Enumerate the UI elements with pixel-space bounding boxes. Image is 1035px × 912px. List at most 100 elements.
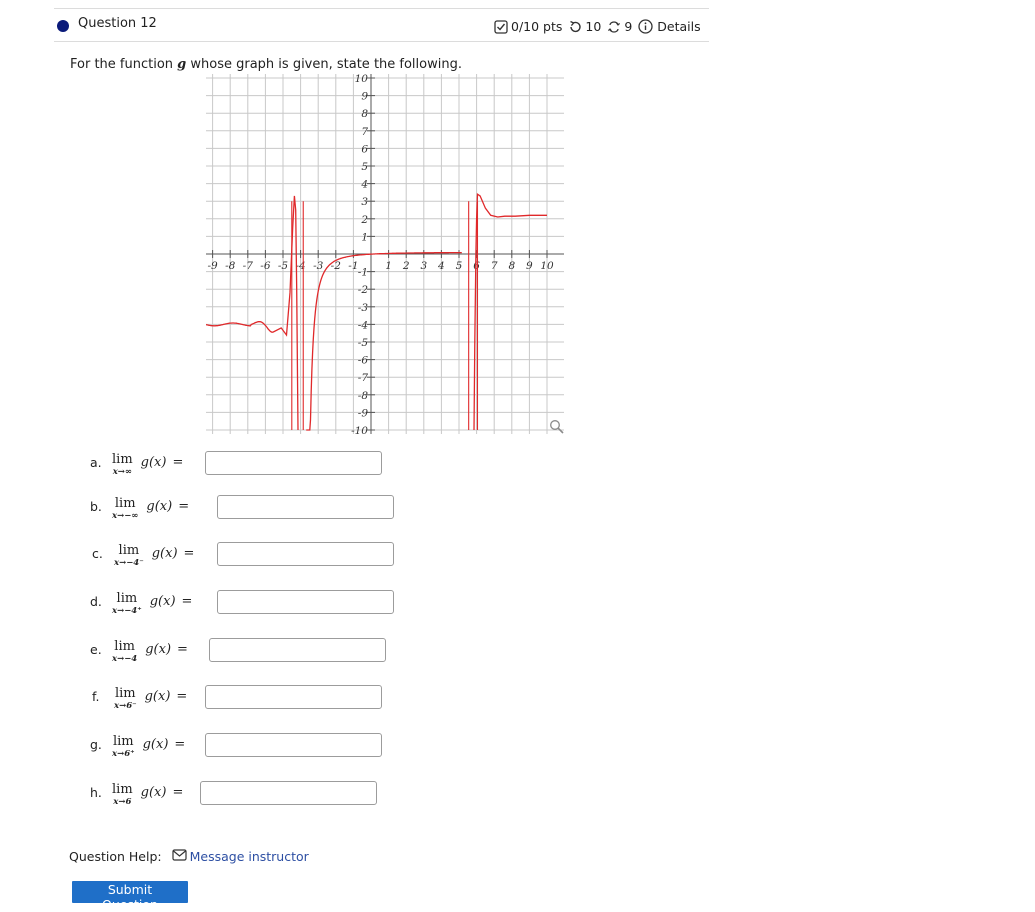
x-tick-label: 7 — [491, 260, 498, 272]
equals-sign: = — [178, 499, 190, 514]
y-tick-label: 10 — [355, 74, 369, 85]
lim-word: lim — [114, 496, 136, 511]
lim-subscript: x→−∞ — [112, 511, 139, 521]
equals-sign: = — [177, 642, 188, 657]
y-tick-label: 1 — [361, 231, 368, 243]
y-tick-label: -5 — [358, 337, 369, 349]
details-label: Details — [657, 19, 701, 34]
y-tick-label: -10 — [351, 425, 368, 434]
limit-row: a. lim x→∞ g(x) = — [90, 452, 184, 478]
question-help: Question Help: Message instructor — [69, 849, 309, 864]
limit-expression: g(x) — [151, 546, 178, 561]
message-instructor-link[interactable]: Message instructor — [171, 849, 309, 864]
y-tick-label: -1 — [358, 267, 368, 279]
x-tick-label: 1 — [385, 260, 392, 272]
limit-expression: g(x) — [149, 594, 176, 609]
submit-question-button[interactable]: Submit Question — [72, 881, 188, 912]
limit-operator: lim x→6 — [112, 782, 133, 808]
limit-letter: g. — [90, 737, 102, 752]
score-check-icon — [494, 19, 508, 34]
lim-word: lim — [112, 452, 133, 467]
limit-row: g. lim x→6⁺ g(x) = — [90, 735, 186, 760]
y-tick-label: -2 — [358, 284, 369, 296]
y-tick-label: -7 — [358, 372, 369, 384]
equals-sign: = — [183, 546, 195, 561]
x-tick-label: -9 — [207, 260, 218, 272]
limit-row: c. lim x→−4⁻ g(x) = — [92, 543, 195, 569]
submissions-icon — [607, 20, 621, 34]
y-tick-label: 3 — [361, 196, 368, 208]
function-graph: -10-9-8-7-6-5-4-3-2-11234567891010987654… — [206, 74, 564, 434]
y-tick-label: -4 — [358, 319, 368, 331]
limit-letter: d. — [90, 594, 102, 609]
question-title: Question 12 — [78, 16, 157, 31]
answer-input[interactable] — [205, 685, 382, 709]
equals-sign: = — [176, 689, 188, 704]
y-tick-label: 2 — [360, 214, 368, 226]
score-text: 0/10 pts — [511, 19, 563, 34]
limit-expression: g(x) — [144, 689, 171, 704]
limit-operator: lim x→6⁻ — [114, 686, 137, 712]
header-divider — [54, 41, 709, 42]
answer-input[interactable] — [217, 590, 394, 614]
x-tick-label: 10 — [540, 260, 554, 272]
top-divider — [54, 8, 709, 9]
y-tick-label: -3 — [358, 302, 369, 314]
answer-input[interactable] — [217, 542, 394, 566]
answer-input[interactable] — [209, 638, 386, 662]
prompt-text-start: For the function — [70, 57, 178, 72]
limit-operator: lim x→∞ — [112, 452, 133, 478]
lim-subscript: x→6⁺ — [112, 749, 135, 759]
y-tick-label: -6 — [358, 355, 369, 367]
y-tick-label: 5 — [361, 161, 368, 173]
y-tick-label: 6 — [361, 143, 368, 155]
equals-sign: = — [174, 737, 186, 752]
limit-row: h. lim x→6 g(x) = — [90, 782, 184, 808]
equals-sign: = — [172, 785, 184, 800]
y-tick-label: 7 — [361, 126, 368, 138]
retry-icon — [568, 20, 582, 34]
equals-sign: = — [172, 455, 184, 470]
x-tick-label: -8 — [225, 260, 236, 272]
limit-operator: lim x→−4 — [112, 640, 138, 665]
lim-subscript: x→∞ — [112, 467, 132, 477]
lim-word: lim — [114, 686, 136, 701]
lim-word: lim — [116, 591, 138, 606]
limit-row: e. lim x→−4 g(x) = — [90, 640, 188, 665]
x-tick-label: 3 — [420, 260, 427, 272]
envelope-icon — [171, 849, 187, 864]
function-name: g — [177, 57, 187, 72]
answer-input[interactable] — [205, 733, 382, 757]
zoom-magnifier-icon[interactable] — [549, 419, 565, 435]
question-prompt: For the function g whose graph is given,… — [70, 57, 462, 72]
limit-expression: g(x) — [142, 737, 169, 752]
x-tick-label: -7 — [243, 260, 254, 272]
retries-count: 10 — [585, 19, 602, 34]
lim-subscript: x→−4⁻ — [114, 558, 144, 568]
limit-letter: f. — [92, 689, 100, 704]
limit-row: d. lim x→−4⁺ g(x) = — [90, 591, 192, 617]
lim-word: lim — [112, 782, 133, 797]
submissions-count: 9 — [624, 19, 633, 34]
limit-expression: g(x) — [140, 785, 167, 800]
lim-subscript: x→−4⁺ — [112, 606, 142, 616]
answer-input[interactable] — [205, 451, 382, 475]
graph-curve-segment — [306, 251, 462, 431]
limit-expression: g(x) — [140, 455, 167, 470]
details-button[interactable]: Details — [638, 19, 701, 34]
limit-operator: lim x→6⁺ — [112, 735, 135, 760]
x-tick-label: -5 — [278, 260, 289, 272]
lim-word: lim — [118, 543, 140, 558]
limit-row: f. lim x→6⁻ g(x) = — [92, 686, 188, 712]
answer-input[interactable] — [217, 495, 394, 519]
question-help-label: Question Help: — [69, 849, 162, 864]
limit-operator: lim x→−∞ — [112, 496, 139, 522]
y-tick-label: 8 — [361, 108, 368, 120]
lim-subscript: x→−4 — [112, 654, 138, 664]
lim-subscript: x→6 — [113, 797, 132, 807]
x-tick-label: 5 — [456, 260, 463, 272]
limit-letter: b. — [90, 499, 102, 514]
x-tick-label: 2 — [402, 260, 410, 272]
limit-expression: g(x) — [146, 499, 173, 514]
answer-input[interactable] — [200, 781, 377, 805]
